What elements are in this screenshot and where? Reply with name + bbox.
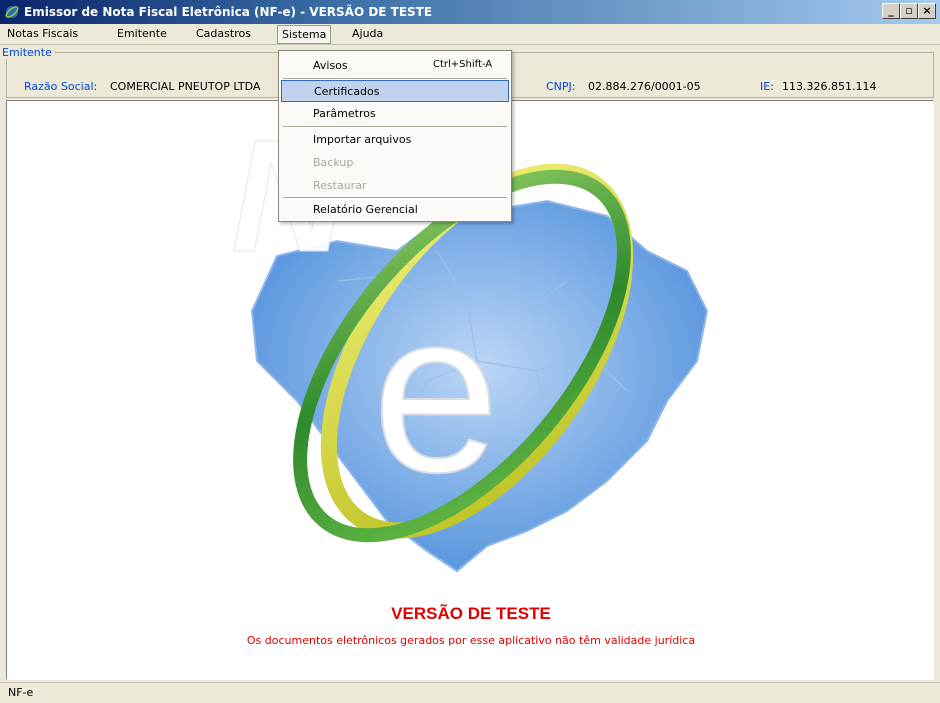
window-title: Emissor de Nota Fiscal Eletrônica (NF-e)… [24, 5, 433, 19]
title-bar: Emissor de Nota Fiscal Eletrônica (NF-e)… [0, 0, 940, 24]
status-bar: NF-e [0, 682, 940, 703]
menu-item-label: Importar arquivos [313, 133, 412, 146]
close-button[interactable]: × [918, 3, 936, 19]
razao-social-value: COMERCIAL PNEUTOP LTDA [110, 80, 261, 93]
razao-social-label: Razão Social: [24, 80, 98, 93]
menu-bar: Notas Fiscais Emitente Cadastros Sistema… [0, 24, 940, 45]
versao-teste-title: VERSÃO DE TESTE [391, 604, 551, 623]
menu-item-relatorio-gerencial[interactable]: Relatório Gerencial [281, 199, 509, 221]
cnpj-label: CNPJ: [546, 80, 576, 93]
emitente-legend: Emitente [0, 46, 54, 59]
menu-item-label: Parâmetros [313, 107, 376, 120]
cnpj-value: 02.884.276/0001-05 [588, 80, 701, 93]
menu-item-restaurar[interactable]: Restaurar [281, 175, 509, 197]
menu-item-label: Relatório Gerencial [313, 203, 418, 216]
maximize-button[interactable]: ▫ [900, 3, 918, 19]
validade-aviso: Os documentos eletrônicos gerados por es… [246, 634, 696, 647]
menu-cadastros[interactable]: Cadastros [196, 27, 251, 40]
menu-item-label: Certificados [314, 85, 380, 98]
menu-item-shortcut: Ctrl+Shift-A [433, 59, 493, 70]
sistema-dropdown: Avisos Ctrl+Shift-A Certificados Parâmet… [278, 50, 512, 222]
menu-emitente[interactable]: Emitente [117, 27, 167, 40]
menu-item-label: Avisos [313, 59, 348, 72]
ie-value: 113.326.851.114 [782, 80, 877, 93]
menu-item-backup[interactable]: Backup [281, 152, 509, 174]
status-text: NF-e [8, 686, 34, 699]
menu-item-importar-arquivos[interactable]: Importar arquivos [281, 129, 509, 151]
svg-text:e: e [372, 263, 500, 520]
menu-separator [283, 78, 507, 79]
menu-separator [283, 197, 507, 198]
minimize-button[interactable]: _ [882, 3, 900, 19]
menu-item-certificados[interactable]: Certificados [281, 80, 509, 102]
menu-item-label: Backup [313, 156, 354, 169]
ie-label: IE: [760, 80, 774, 93]
menu-notas-fiscais[interactable]: Notas Fiscais [7, 27, 78, 40]
menu-item-parametros[interactable]: Parâmetros [281, 103, 509, 125]
menu-item-avisos[interactable]: Avisos Ctrl+Shift-A [281, 55, 509, 77]
menu-ajuda[interactable]: Ajuda [352, 27, 383, 40]
menu-separator [283, 126, 507, 127]
menu-sistema[interactable]: Sistema [277, 25, 332, 44]
menu-item-label: Restaurar [313, 179, 367, 192]
app-icon [5, 6, 19, 18]
